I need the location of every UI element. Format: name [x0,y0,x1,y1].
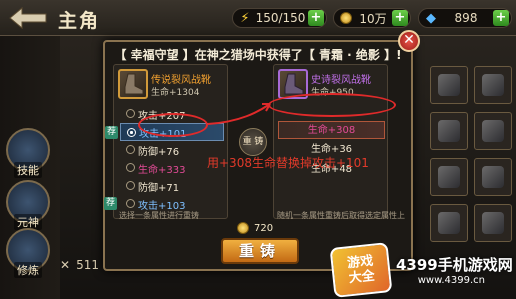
annotation-circle [268,93,396,117]
equip-slot[interactable] [430,112,468,150]
diamond-icon: ◆ [426,10,436,26]
equip-slot[interactable] [430,204,468,242]
sword-icon: ✕ [60,258,71,272]
item-name: 传说裂风战靴 [151,75,211,86]
watermark-logo: 游戏 大全 [329,241,393,298]
stat-label: 防御+71 [138,182,180,194]
left-hint: 选择一条属性进行重铸 [119,211,199,220]
watermark: 游戏 大全 4399手机游戏网 www.4399.cn [329,240,516,299]
stamina-counter: ⚡ 150/150 + [232,8,327,28]
close-button[interactable]: ✕ [398,30,420,52]
equip-slot[interactable] [474,158,512,196]
coin-icon [338,10,354,26]
add-diamond-button[interactable]: + [493,10,509,26]
recommend-badge: 荐 [104,197,117,210]
back-button[interactable] [6,5,50,31]
radio-icon [126,109,135,118]
recommend-badge: 荐 [105,126,118,139]
side-menu-training[interactable]: 修炼 [6,228,50,278]
equip-slot[interactable] [474,112,512,150]
side-menu-spirit[interactable]: 元神 [6,180,50,230]
game-screen: 主角 ⚡ 150/150 + 10万 + ◆ 898 + 技能 元神 修炼 ✕ … [0,0,516,299]
equip-slot[interactable] [474,204,512,242]
recast-cost: 720 [237,222,273,234]
radio-icon [127,128,136,137]
right-hint: 随机一条属性重铸后取得选定属性上 [277,211,405,220]
recast-swap-icon: 重 铸 [239,128,267,156]
boots-icon [118,69,148,99]
equip-slot[interactable] [474,66,512,104]
equip-slot[interactable] [430,158,468,196]
page-title: 主角 [58,10,101,32]
new-stat: 生命+308 [278,121,385,139]
broadcast-message: 【 幸福守望 】在神之猎场中获得了【 青霜 · 绝影 】! [114,48,402,62]
annotation-text: 用+308生命替换掉攻击+101 [207,156,369,170]
radio-icon [126,145,135,154]
radio-icon [126,199,135,208]
radio-icon [126,181,135,190]
recast-button[interactable]: 重铸 [221,238,299,264]
add-gold-button[interactable]: + [392,10,408,26]
gold-counter: 10万 + [333,8,411,28]
item-base-stat: 生命+1304 [151,88,200,98]
annotation-circle [138,113,208,137]
item-name: 史诗裂风战靴 [311,75,371,86]
new-equipment-panel: 史诗裂风战靴 生命+950 生命+308 生命+36 生命+48 [273,64,388,219]
add-stamina-button[interactable]: + [308,10,324,26]
equip-slot[interactable] [430,66,468,104]
stat-label: 防御+76 [138,146,180,158]
coin-icon [237,222,249,234]
stat-label: 生命+333 [138,164,186,176]
side-menu-skill[interactable]: 技能 [6,128,50,178]
radio-icon [126,163,135,172]
top-bar: 主角 ⚡ 150/150 + 10万 + ◆ 898 + [0,0,516,36]
lightning-icon: ⚡ [240,10,250,26]
diamond-counter: ◆ 898 + [418,8,512,28]
current-equipment-panel: 传说裂风战靴 生命+1304 攻击+207 荐攻击+101 防御+76 生命+333 防… [104,64,228,219]
stat-option[interactable]: 防御+71 [120,177,224,195]
back-arrow-icon [9,6,47,30]
